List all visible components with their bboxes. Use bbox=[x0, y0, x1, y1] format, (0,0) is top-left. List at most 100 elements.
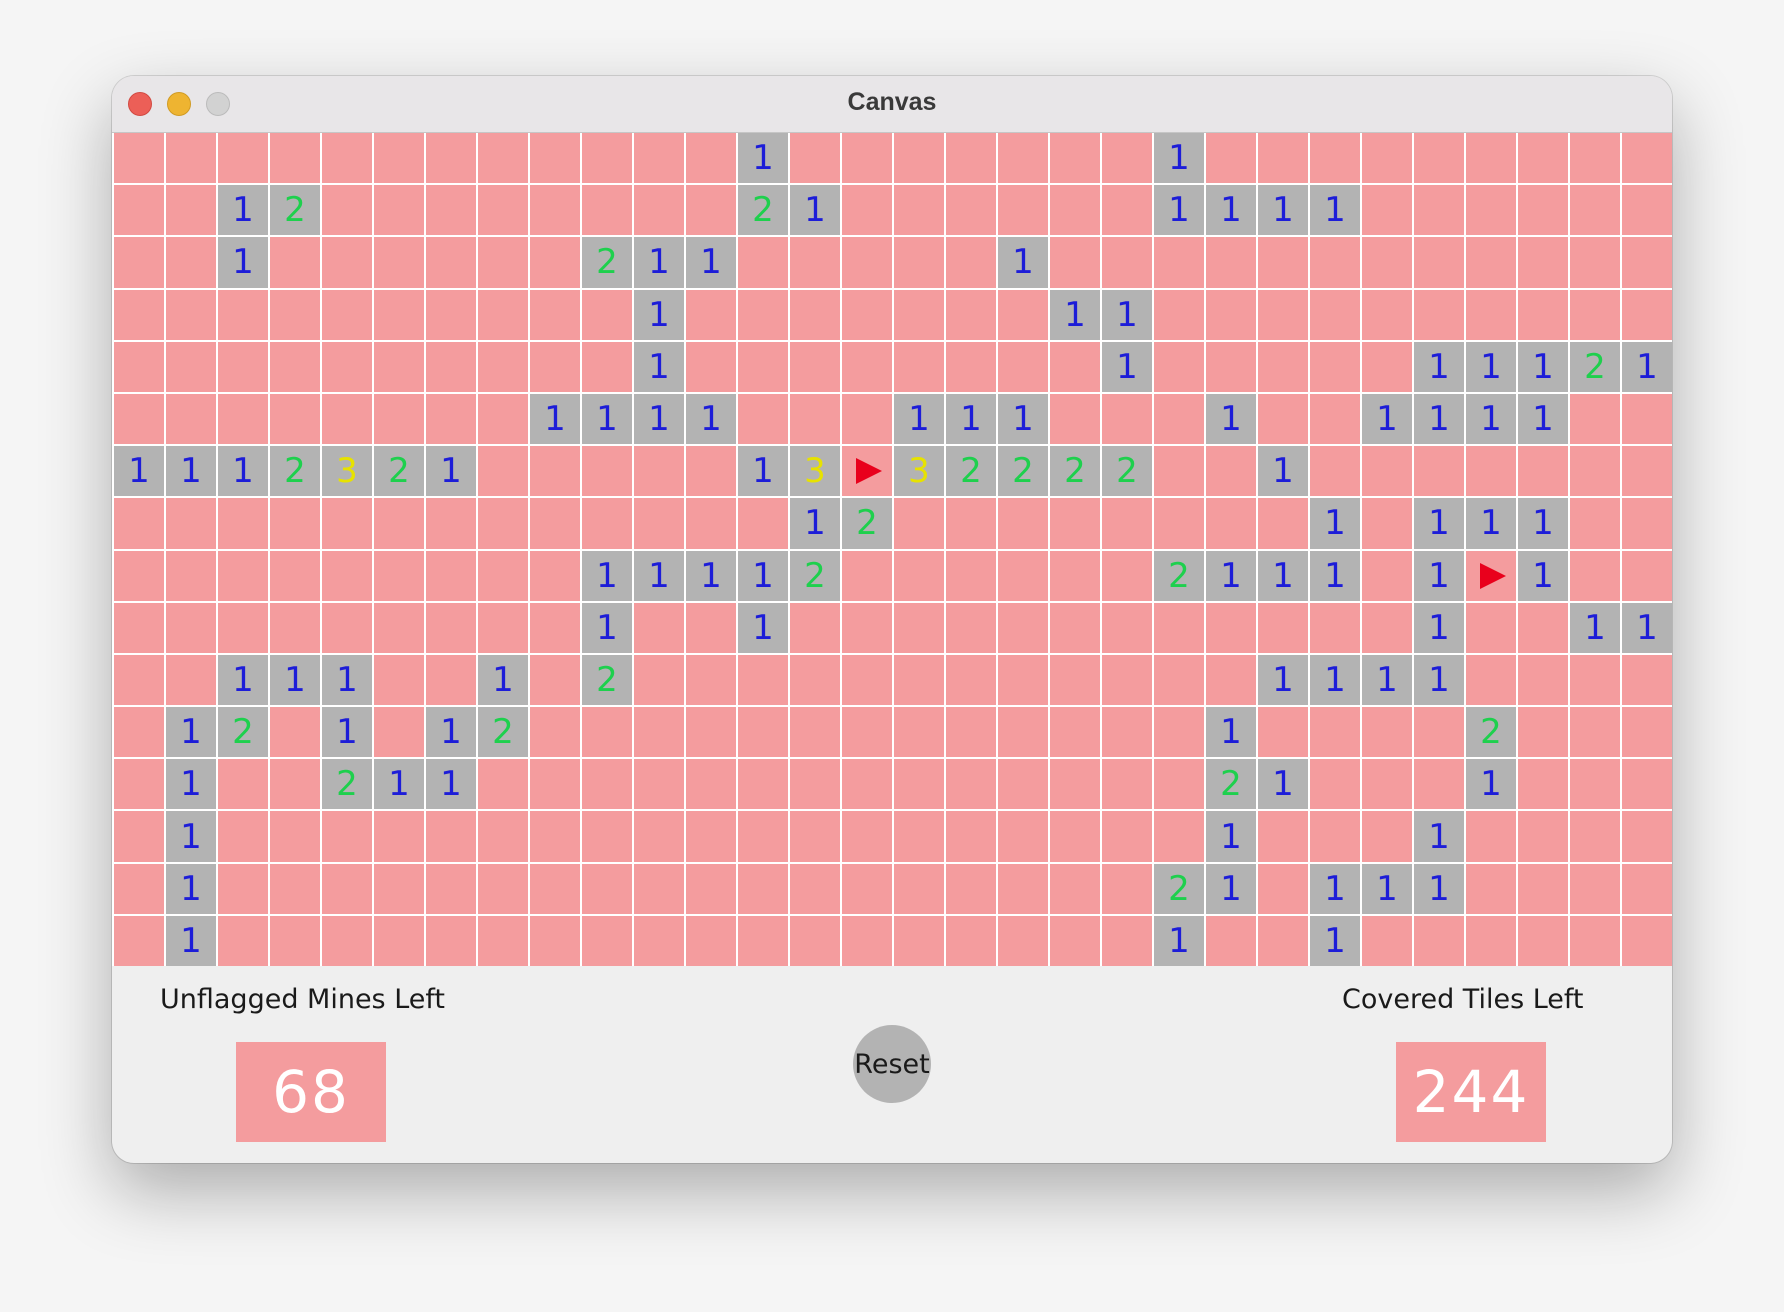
covered-tile[interactable] bbox=[1310, 237, 1360, 288]
number-tile[interactable]: 1 bbox=[1206, 393, 1256, 445]
covered-tile[interactable] bbox=[166, 602, 216, 653]
number-tile[interactable]: 1 bbox=[634, 237, 684, 288]
covered-tile[interactable] bbox=[374, 289, 424, 340]
covered-tile[interactable] bbox=[1310, 393, 1360, 445]
covered-tile[interactable] bbox=[842, 654, 892, 706]
covered-tile[interactable] bbox=[1362, 707, 1412, 758]
covered-tile[interactable] bbox=[218, 289, 268, 340]
covered-tile[interactable] bbox=[1050, 393, 1100, 445]
covered-tile[interactable] bbox=[478, 237, 528, 288]
number-tile[interactable]: 1 bbox=[998, 237, 1048, 288]
number-tile[interactable]: 1 bbox=[1050, 289, 1100, 340]
covered-tile[interactable] bbox=[582, 863, 632, 914]
covered-tile[interactable] bbox=[1414, 759, 1464, 810]
covered-tile[interactable] bbox=[218, 863, 268, 914]
covered-tile[interactable] bbox=[1362, 133, 1412, 184]
number-tile[interactable]: 2 bbox=[1154, 863, 1204, 914]
covered-tile[interactable] bbox=[738, 498, 788, 549]
number-tile[interactable]: 2 bbox=[322, 759, 372, 810]
covered-tile[interactable] bbox=[1622, 707, 1672, 758]
covered-tile[interactable] bbox=[1622, 811, 1672, 862]
covered-tile[interactable] bbox=[1050, 759, 1100, 810]
covered-tile[interactable] bbox=[1466, 185, 1516, 236]
covered-tile[interactable] bbox=[1622, 185, 1672, 236]
number-tile[interactable]: 1 bbox=[686, 393, 736, 445]
covered-tile[interactable] bbox=[374, 498, 424, 549]
covered-tile[interactable] bbox=[478, 863, 528, 914]
number-tile[interactable]: 1 bbox=[166, 863, 216, 914]
covered-tile[interactable] bbox=[322, 393, 372, 445]
covered-tile[interactable] bbox=[114, 133, 164, 184]
covered-tile[interactable] bbox=[582, 915, 632, 966]
covered-tile[interactable] bbox=[842, 915, 892, 966]
covered-tile[interactable] bbox=[738, 759, 788, 810]
covered-tile[interactable] bbox=[1518, 185, 1568, 236]
covered-tile[interactable] bbox=[842, 185, 892, 236]
number-tile[interactable]: 1 bbox=[218, 185, 268, 236]
covered-tile[interactable] bbox=[1362, 550, 1412, 601]
covered-tile[interactable] bbox=[946, 863, 996, 914]
covered-tile[interactable] bbox=[374, 393, 424, 445]
number-tile[interactable]: 1 bbox=[1206, 185, 1256, 236]
covered-tile[interactable] bbox=[894, 341, 944, 392]
covered-tile[interactable] bbox=[426, 289, 476, 340]
covered-tile[interactable] bbox=[218, 550, 268, 601]
covered-tile[interactable] bbox=[1362, 237, 1412, 288]
number-tile[interactable]: 1 bbox=[998, 393, 1048, 445]
covered-tile[interactable] bbox=[1102, 863, 1152, 914]
covered-tile[interactable] bbox=[946, 915, 996, 966]
covered-tile[interactable] bbox=[1622, 289, 1672, 340]
covered-tile[interactable] bbox=[478, 811, 528, 862]
covered-tile[interactable] bbox=[1102, 811, 1152, 862]
number-tile[interactable]: 1 bbox=[166, 707, 216, 758]
number-tile[interactable]: 1 bbox=[322, 707, 372, 758]
number-tile[interactable]: 1 bbox=[166, 811, 216, 862]
covered-tile[interactable] bbox=[374, 185, 424, 236]
covered-tile[interactable] bbox=[426, 863, 476, 914]
covered-tile[interactable] bbox=[686, 654, 736, 706]
covered-tile[interactable] bbox=[1206, 915, 1256, 966]
number-tile[interactable]: 2 bbox=[582, 237, 632, 288]
covered-tile[interactable] bbox=[634, 863, 684, 914]
number-tile[interactable]: 1 bbox=[1414, 654, 1464, 706]
number-tile[interactable]: 1 bbox=[634, 289, 684, 340]
number-tile[interactable]: 1 bbox=[1154, 133, 1204, 184]
covered-tile[interactable] bbox=[998, 863, 1048, 914]
number-tile[interactable]: 2 bbox=[582, 654, 632, 706]
number-tile[interactable]: 1 bbox=[1102, 341, 1152, 392]
covered-tile[interactable] bbox=[738, 237, 788, 288]
covered-tile[interactable] bbox=[1050, 185, 1100, 236]
covered-tile[interactable] bbox=[270, 289, 320, 340]
number-tile[interactable]: 2 bbox=[946, 446, 996, 497]
covered-tile[interactable] bbox=[1154, 446, 1204, 497]
covered-tile[interactable] bbox=[1362, 185, 1412, 236]
covered-tile[interactable] bbox=[374, 602, 424, 653]
covered-tile[interactable] bbox=[1518, 602, 1568, 653]
covered-tile[interactable] bbox=[114, 550, 164, 601]
number-tile[interactable]: 1 bbox=[1206, 707, 1256, 758]
covered-tile[interactable] bbox=[1102, 759, 1152, 810]
covered-tile[interactable] bbox=[114, 759, 164, 810]
covered-tile[interactable] bbox=[114, 393, 164, 445]
number-tile[interactable]: 1 bbox=[1466, 341, 1516, 392]
covered-tile[interactable] bbox=[998, 550, 1048, 601]
covered-tile[interactable] bbox=[738, 811, 788, 862]
covered-tile[interactable] bbox=[1622, 759, 1672, 810]
covered-tile[interactable] bbox=[634, 498, 684, 549]
covered-tile[interactable] bbox=[1518, 654, 1568, 706]
covered-tile[interactable] bbox=[998, 341, 1048, 392]
covered-tile[interactable] bbox=[1570, 550, 1620, 601]
covered-tile[interactable] bbox=[478, 393, 528, 445]
covered-tile[interactable] bbox=[1414, 133, 1464, 184]
covered-tile[interactable] bbox=[218, 915, 268, 966]
number-tile[interactable]: 1 bbox=[738, 602, 788, 653]
covered-tile[interactable] bbox=[1570, 289, 1620, 340]
covered-tile[interactable] bbox=[1570, 654, 1620, 706]
covered-tile[interactable] bbox=[998, 654, 1048, 706]
covered-tile[interactable] bbox=[686, 915, 736, 966]
covered-tile[interactable] bbox=[634, 707, 684, 758]
covered-tile[interactable] bbox=[1310, 602, 1360, 653]
number-tile[interactable]: 1 bbox=[166, 915, 216, 966]
covered-tile[interactable] bbox=[842, 863, 892, 914]
covered-tile[interactable] bbox=[1622, 446, 1672, 497]
